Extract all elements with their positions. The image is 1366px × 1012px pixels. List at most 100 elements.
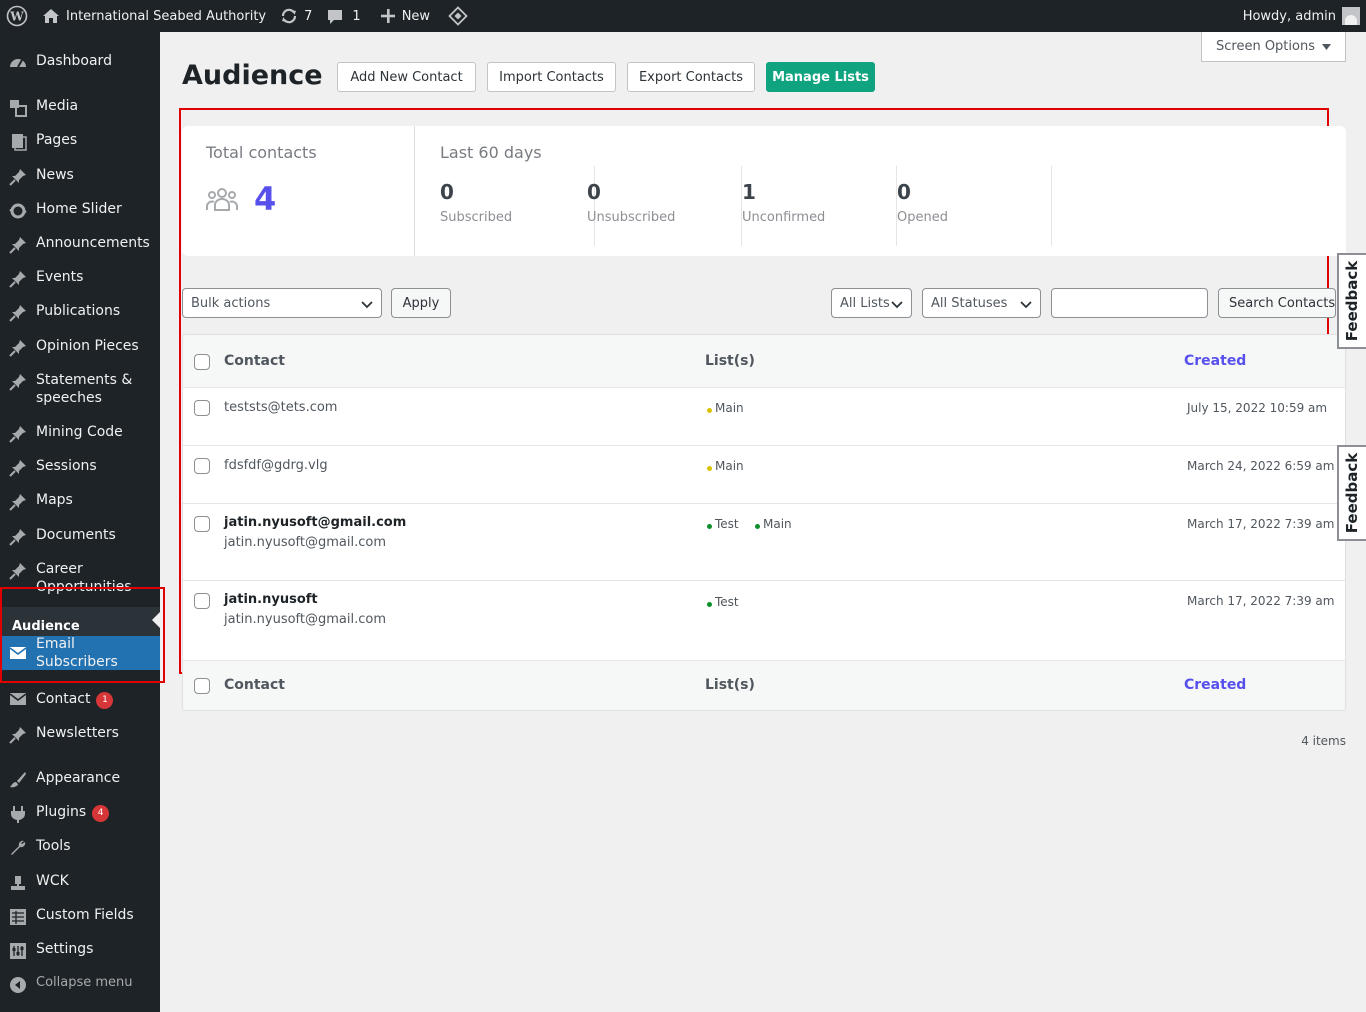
wordpress-logo-icon[interactable]: W	[0, 0, 35, 32]
bulk-actions-select[interactable]: Bulk actions	[182, 288, 382, 318]
sidebar-item-custom-fields[interactable]: Custom Fields	[0, 906, 160, 926]
column-lists: List(s)	[705, 353, 755, 369]
sidebar-item-tools[interactable]: Tools	[0, 837, 160, 857]
apply-button[interactable]: Apply	[391, 288, 451, 318]
sidebar-item-label: Appearance	[36, 770, 121, 786]
all-statuses-select[interactable]: All Statuses	[922, 288, 1041, 318]
column-created[interactable]: Created	[1184, 353, 1246, 369]
list-tag-label: Main	[763, 517, 792, 531]
settings-icon	[0, 940, 36, 960]
row-checkbox[interactable]	[194, 400, 210, 416]
sidebar-item-mining-code[interactable]: Mining Code	[0, 423, 160, 443]
comments-link[interactable]: 1	[319, 0, 367, 32]
sidebar-item-appearance[interactable]: Appearance	[0, 769, 160, 789]
sidebar-item-plugins[interactable]: Plugins 4	[0, 803, 160, 823]
sidebar-item-label: Collapse menu	[36, 975, 133, 990]
list-tag: Main	[707, 401, 744, 415]
sidebar-item-news[interactable]: News	[0, 166, 160, 186]
sidebar-item-dashboard[interactable]: Dashboard	[0, 52, 160, 72]
sidebar-item-pages[interactable]: Pages	[0, 131, 160, 151]
site-name-link[interactable]: International Seabed Authority	[35, 0, 273, 32]
metric-value: 1	[742, 180, 756, 204]
sidebar-item-media[interactable]: Media	[0, 97, 160, 117]
fields-icon	[0, 906, 36, 926]
select-all-checkbox[interactable]	[194, 678, 210, 694]
column-contact[interactable]: Contact	[224, 353, 285, 369]
admin-bar: W International Seabed Authority 7 1 New…	[0, 0, 1366, 32]
sidebar-item-home-slider[interactable]: Home Slider	[0, 200, 160, 220]
svg-text:W: W	[9, 10, 24, 24]
sidebar-item-maps[interactable]: Maps	[0, 491, 160, 511]
list-tag: Main	[707, 459, 744, 473]
updates-link[interactable]: 7	[273, 0, 319, 32]
row-checkbox[interactable]	[194, 593, 210, 609]
chevron-down-icon	[361, 298, 373, 313]
contact-name[interactable]: jatin.nyusoft@gmail.com	[224, 515, 406, 530]
comments-count: 1	[352, 8, 361, 24]
wrench-icon	[0, 837, 36, 857]
column-contact[interactable]: Contact	[224, 677, 285, 693]
status-dot	[707, 407, 712, 413]
sidebar-item-events[interactable]: Events	[0, 268, 160, 288]
select-all-checkbox[interactable]	[194, 354, 210, 370]
sidebar-item-label: Tools	[36, 838, 71, 854]
search-contacts-button[interactable]: Search Contacts	[1218, 288, 1336, 318]
status-dot	[707, 465, 712, 471]
sidebar-item-collapse-menu[interactable]: Collapse menu	[0, 974, 160, 994]
sidebar-item-statements-speeches[interactable]: Statements & speeches	[0, 371, 160, 407]
sidebar-item-career-opportunities[interactable]: Career Opportunities	[0, 560, 160, 596]
sidebar-item-label: Pages	[36, 132, 78, 148]
count-badge: 4	[92, 805, 110, 822]
screen-options-label: Screen Options	[1216, 39, 1315, 54]
sidebar-item-opinion-pieces[interactable]: Opinion Pieces	[0, 337, 160, 357]
sidebar-item-label: Publications	[36, 303, 121, 319]
sidebar-item-announcements[interactable]: Announcements	[0, 234, 160, 254]
sidebar-item-documents[interactable]: Documents	[0, 526, 160, 546]
my-account[interactable]: Howdy, admin	[1243, 0, 1360, 32]
contact-email[interactable]: teststs@tets.com	[224, 400, 337, 415]
metric-label: Opened	[897, 210, 948, 225]
table-row: jatin.nyusoft@gmail.com jatin.nyusoft@gm…	[183, 504, 1345, 581]
sidebar-item-label: News	[36, 167, 74, 183]
add-new-contact-button[interactable]: Add New Contact	[337, 62, 476, 92]
import-contacts-button[interactable]: Import Contacts	[487, 62, 616, 92]
contact-email[interactable]: fdsfdf@gdrg.vlg	[224, 458, 328, 473]
plugin-icon	[0, 803, 36, 823]
metric-label: Unsubscribed	[587, 210, 676, 225]
feedback-tab[interactable]: Feedback	[1337, 445, 1366, 541]
sidebar-item-contact[interactable]: Contact 1	[0, 690, 160, 709]
manage-lists-button[interactable]: Manage Lists	[766, 62, 875, 92]
list-tag: Test	[707, 517, 739, 531]
slider-icon	[0, 200, 36, 220]
sidebar-item-newsletters[interactable]: Newsletters	[0, 724, 160, 744]
pin-icon	[0, 724, 36, 744]
contact-name[interactable]: jatin.nyusoft	[224, 592, 318, 607]
sidebar-item-label: Email Subscribers	[36, 636, 118, 670]
search-contacts-input[interactable]	[1051, 288, 1208, 318]
home-icon	[42, 8, 60, 24]
screen-options-button[interactable]: Screen Options	[1201, 32, 1346, 62]
pin-icon	[0, 268, 36, 288]
plus-icon	[380, 9, 395, 23]
sidebar-item-sessions[interactable]: Sessions	[0, 457, 160, 477]
sidebar-item-email-subscribers[interactable]: Email Subscribers	[0, 636, 160, 670]
pin-icon	[0, 491, 36, 511]
contact-email: jatin.nyusoft@gmail.com	[224, 535, 387, 550]
feedback-tab[interactable]: Feedback	[1337, 253, 1366, 349]
sidebar-item-settings[interactable]: Settings	[0, 940, 160, 960]
sidebar-item-publications[interactable]: Publications	[0, 302, 160, 322]
sidebar-item-wck[interactable]: WCK	[0, 872, 160, 892]
page-title: Audience	[182, 60, 323, 91]
row-checkbox[interactable]	[194, 516, 210, 532]
all-lists-select[interactable]: All Lists	[831, 288, 912, 318]
sidebar-item-label: Contact	[36, 691, 91, 707]
table-footer: Contact List(s) Created	[183, 660, 1345, 710]
submenu-item-audience[interactable]: Audience	[12, 619, 80, 634]
diamond-icon[interactable]	[441, 0, 475, 32]
row-checkbox[interactable]	[194, 458, 210, 474]
column-created[interactable]: Created	[1184, 677, 1246, 693]
new-content-link[interactable]: New	[374, 0, 437, 32]
contacts-table: Contact List(s) Created teststs@tets.com…	[182, 334, 1346, 711]
export-contacts-button[interactable]: Export Contacts	[627, 62, 755, 92]
sidebar-item-label: Dashboard	[36, 53, 112, 69]
